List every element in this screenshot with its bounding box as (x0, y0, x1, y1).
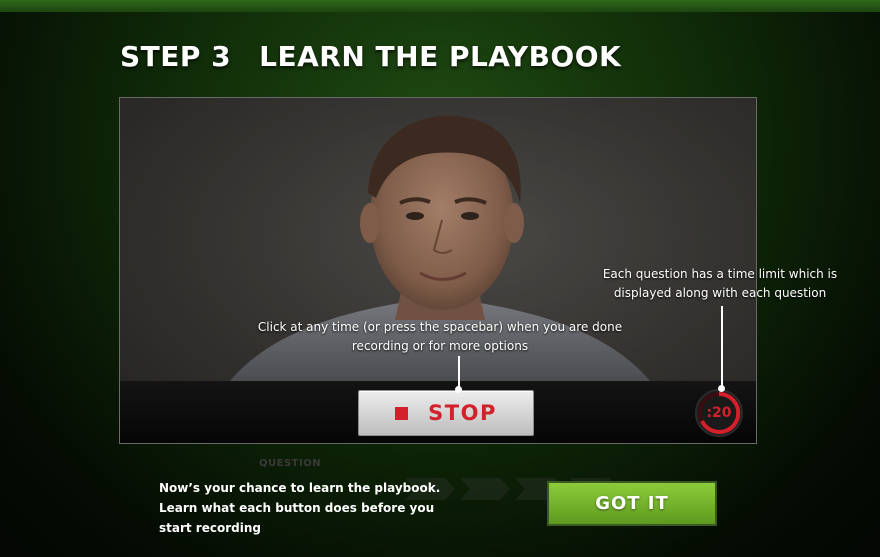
page-heading: STEP 3 LEARN THE PLAYBOOK (120, 36, 621, 76)
stop-button[interactable]: STOP (358, 390, 534, 436)
page-title: LEARN THE PLAYBOOK (259, 39, 622, 73)
timer-value: :20 (706, 405, 732, 421)
question-label: QUESTION (259, 458, 322, 469)
stop-button-label: STOP (428, 401, 497, 425)
timer-tooltip-dot (718, 385, 725, 392)
stop-tooltip: Click at any time (or press the spacebar… (257, 320, 623, 353)
got-it-button[interactable]: GOT IT (547, 481, 717, 526)
top-banner (0, 0, 880, 12)
intro-text: Now’s your chance to learn the playbook.… (159, 481, 441, 535)
timer-tooltip: Each question has a time limit which is … (602, 267, 838, 300)
question-timer: :20 (694, 388, 744, 438)
step-label: STEP 3 (120, 39, 232, 73)
timer-tooltip-pointer (721, 306, 723, 388)
stop-icon (395, 406, 409, 420)
stop-tooltip-pointer (458, 356, 460, 390)
stop-tooltip-dot (455, 386, 462, 393)
